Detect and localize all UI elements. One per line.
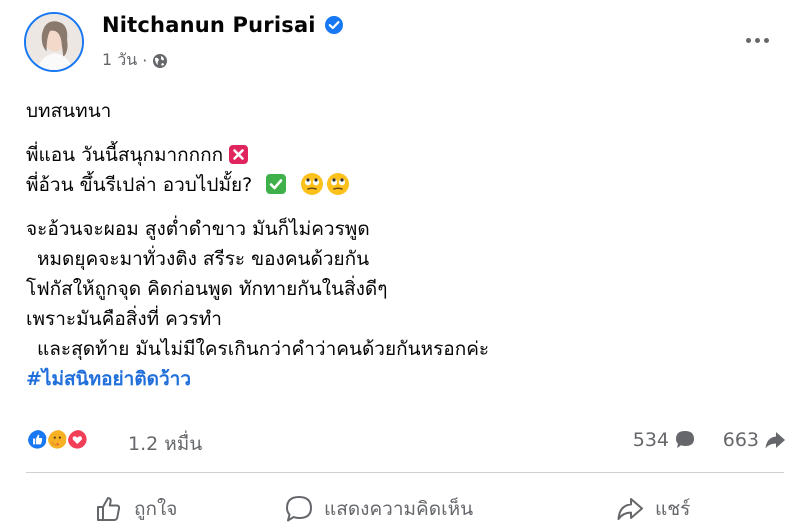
post-timestamp[interactable]: 1 วัน xyxy=(102,48,137,73)
rolling-eyes-emoji-icon xyxy=(300,172,324,196)
more-options-icon xyxy=(754,37,760,43)
share-count-value: 663 xyxy=(722,429,759,451)
comment-icon xyxy=(286,496,312,522)
more-options-icon xyxy=(763,37,769,43)
more-options-icon xyxy=(745,37,751,43)
check-mark-emoji-icon xyxy=(266,174,287,194)
meta-separator: · xyxy=(142,51,148,70)
post-body: บทสนทนา พี่แอน วันนี้สนุกมากกกก พี่อ้วน … xyxy=(26,96,776,394)
avatar-photo xyxy=(26,14,82,70)
post-line: เพราะมันคือสิ่งที่ ควรทำ xyxy=(26,308,222,330)
post-line: และสุดท้าย มันไม่มีใครเกินกว่าคำว่าคนด้ว… xyxy=(37,338,490,360)
cross-mark-emoji-icon xyxy=(229,145,249,164)
share-count[interactable]: 663 xyxy=(723,429,786,451)
share-button[interactable]: แชร์ xyxy=(615,494,690,524)
comment-button[interactable]: แสดงความคิดเห็น xyxy=(284,494,473,524)
reaction-icons[interactable] xyxy=(26,428,92,454)
comment-count-value: 534 xyxy=(632,429,669,451)
post-meta: 1 วัน · xyxy=(102,48,168,73)
post-header: Nitchanun Purisai 1 วัน · xyxy=(0,0,800,90)
comment-label: แสดงความคิดเห็น xyxy=(324,498,474,520)
like-button[interactable]: ถูกใจ xyxy=(94,494,177,524)
author-name[interactable]: Nitchanun Purisai xyxy=(102,13,316,37)
comment-bubble-icon xyxy=(674,429,696,451)
post-line: บทสนทนา xyxy=(26,100,112,122)
post-line: พี่อ้วน ขึ้นรีเปล่า อวบไปมั้ย? xyxy=(26,170,776,200)
avatar[interactable] xyxy=(24,12,84,72)
reactions-summary: 1.2 หมื่น 534 663 xyxy=(26,426,786,458)
verified-badge-icon xyxy=(324,15,344,35)
post-actions: ถูกใจ แสดงความคิดเห็น แชร์ xyxy=(0,484,800,532)
love-reaction-icon xyxy=(66,428,92,454)
rolling-eyes-emoji-icon xyxy=(326,172,350,196)
post-line: พี่แอน วันนี้สนุกมากกกก xyxy=(26,140,776,170)
post-line-text: พี่อ้วน ขึ้นรีเปล่า อวบไปมั้ย? xyxy=(26,174,253,196)
more-options-button[interactable] xyxy=(740,28,774,52)
post-line: #ไม่สนิทอย่าติดว้าว xyxy=(26,364,776,394)
like-label: ถูกใจ xyxy=(134,498,178,520)
globe-icon xyxy=(152,53,168,69)
post-line: โฟกัสให้ถูกจุด คิดก่อนพูด ทักทายกันในสิ่… xyxy=(26,278,388,300)
author-row: Nitchanun Purisai xyxy=(102,13,344,37)
share-icon xyxy=(617,498,643,520)
thumbs-up-icon xyxy=(97,497,121,521)
hashtag-link[interactable]: #ไม่สนิทอย่าติดว้าว xyxy=(26,368,191,390)
divider xyxy=(26,472,784,473)
post-line-text: พี่แอน วันนี้สนุกมากกกก xyxy=(26,144,224,166)
share-arrow-icon xyxy=(764,429,786,451)
post-line: จะอ้วนจะผอม สูงต่ำดำขาว มันก็ไม่ควรพูด xyxy=(26,218,370,240)
comment-count[interactable]: 534 xyxy=(633,429,696,451)
reaction-count[interactable]: 1.2 หมื่น xyxy=(128,429,202,459)
share-label: แชร์ xyxy=(655,498,691,520)
post-line: หมดยุคจะมาทั่วงติง สรีระ ของคนด้วยกัน xyxy=(37,248,370,270)
